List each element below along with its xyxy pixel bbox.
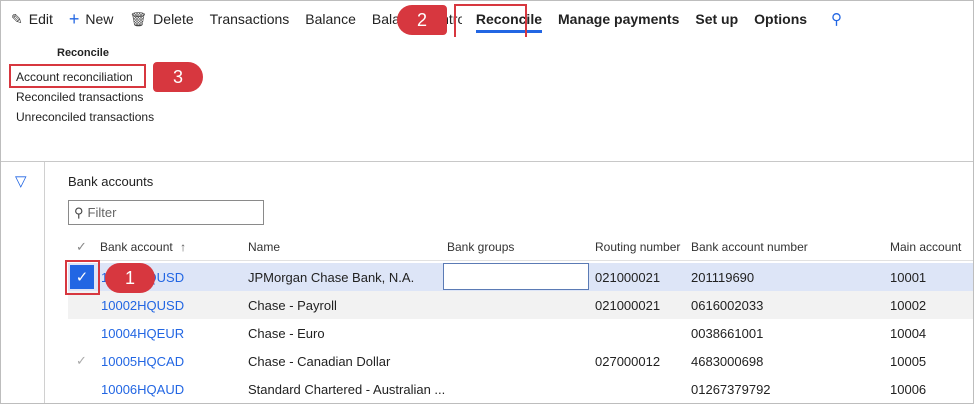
bank-account-link[interactable]: 10005HQCAD [101,354,184,369]
column-header-bank-groups[interactable]: Bank groups [447,240,514,254]
highlight-row-checkbox [65,260,100,295]
left-rail: ▽ [1,162,45,403]
account-number-cell: 0038661001 [691,326,764,341]
name-cell: Chase - Canadian Dollar [248,354,391,369]
row-checkbox[interactable]: ✓ [76,353,87,369]
column-header-main-account[interactable]: Main account [890,240,961,254]
menu-item-reconciled-transactions[interactable]: Reconciled transactions [16,90,143,104]
reconcile-menu-pane: Reconcile Account reconciliation Reconci… [1,37,973,162]
plus-icon: + [68,8,80,29]
name-cell: Chase - Euro [248,326,325,341]
table-row[interactable]: ✓ 10005HQCAD Chase - Canadian Dollar 027… [68,347,973,375]
menu-group-title: Reconcile [57,47,109,59]
column-header-name[interactable]: Name [248,240,280,254]
tab-transactions[interactable]: Transactions [202,1,298,37]
tab-balance[interactable]: Balance [297,1,364,37]
page-title: Bank accounts [68,174,154,189]
search-icon: ⚲ [831,11,843,28]
name-cell: JPMorgan Chase Bank, N.A. [248,270,415,285]
filter-input[interactable]: ⚲ Filter [68,200,264,225]
grid-header: ✓ Bank account ↑ Name Bank groups Routin… [68,234,973,261]
callout-3: 3 [153,62,203,92]
sort-ascending-icon: ↑ [180,240,187,254]
tab-manage-payments[interactable]: Manage payments [550,1,687,37]
new-button[interactable]: + New [61,1,122,37]
name-cell: Standard Chartered - Australian ... [248,382,446,397]
main-account-cell: 10001 [890,270,927,285]
routing-cell: 027000012 [595,354,661,369]
trash-icon: 🗑 [129,10,148,27]
column-header-routing-number[interactable]: Routing number [595,240,680,254]
delete-button[interactable]: 🗑 Delete [121,1,201,37]
tab-set-up[interactable]: Set up [687,1,746,37]
edit-button[interactable]: ✎ Edit [1,1,61,37]
routing-cell: 021000021 [595,298,661,313]
search-icon: ⚲ [74,204,84,220]
window: ✎ Edit + New 🗑 Delete Transactions Balan… [0,0,974,404]
main-account-cell: 10004 [890,326,927,341]
table-row[interactable]: 10006HQAUD Standard Chartered - Australi… [68,375,973,403]
select-all-checkbox[interactable]: ✓ [76,239,87,255]
callout-2: 2 [397,5,447,35]
highlight-account-reconciliation [9,64,146,88]
bank-account-link[interactable]: 10004HQEUR [101,326,184,341]
table-row[interactable]: 10001HQUSD JPMorgan Chase Bank, N.A. 021… [68,263,973,291]
column-header-bank-account-number[interactable]: Bank account number [691,240,808,254]
main-account-cell: 10002 [890,298,927,313]
main-account-cell: 10005 [890,354,927,369]
account-number-cell: 201119690 [691,270,755,285]
main-account-cell: 10006 [890,382,927,397]
pencil-icon: ✎ [11,10,23,27]
tab-options[interactable]: Options [746,1,815,37]
bank-account-link[interactable]: 10006HQAUD [101,382,184,397]
menu-item-unreconciled-transactions[interactable]: Unreconciled transactions [16,110,154,124]
bank-account-link[interactable]: 10002HQUSD [101,298,184,313]
name-cell: Chase - Payroll [248,298,337,313]
bank-accounts-panel: Bank accounts ⚲ Filter ✓ Bank account ↑ … [45,162,973,403]
account-number-cell: 4683000698 [691,354,764,369]
search-button[interactable]: ⚲ [823,1,850,37]
highlight-reconcile-tab [454,4,527,40]
account-number-cell: 0616002033 [691,298,764,313]
filter-funnel-icon[interactable]: ▽ [15,172,27,190]
routing-cell: 021000021 [595,270,661,285]
callout-1: 1 [105,263,155,293]
table-row[interactable]: 10004HQEUR Chase - Euro 0038661001 10004 [68,319,973,347]
bank-groups-input[interactable] [443,263,589,290]
column-header-bank-account[interactable]: Bank account ↑ [100,240,186,254]
account-number-cell: 01267379792 [691,382,771,397]
table-row[interactable]: 10002HQUSD Chase - Payroll 021000021 061… [68,291,973,319]
